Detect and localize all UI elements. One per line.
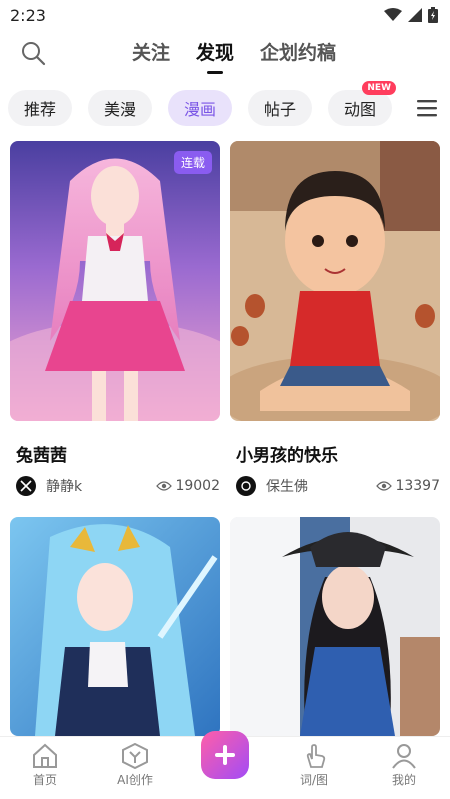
artwork-card[interactable]: 连载 兔茜茜 静静k 19002 <box>10 141 220 496</box>
artwork-card[interactable]: 小男孩的快乐 保生佛 13397 <box>230 141 440 496</box>
profile-icon <box>392 744 416 769</box>
category-chips: 推荐 美漫 漫画 帖子 动图 NEW <box>8 81 442 126</box>
card-title[interactable]: 小男孩的快乐 <box>236 441 338 466</box>
ai-create-icon <box>122 743 148 769</box>
artwork-card[interactable] <box>230 517 440 736</box>
nav-profile[interactable]: 我的 <box>374 743 434 788</box>
author-name[interactable]: 保生佛 <box>266 476 376 496</box>
bottom-nav: 首页 AI创作 词/图 我的 <box>0 731 450 799</box>
eye-icon <box>376 481 393 491</box>
card-meta: 静静k 19002 <box>16 475 220 497</box>
chip-animated-label: 动图 <box>343 100 376 119</box>
eye-icon <box>156 481 173 491</box>
view-count-value: 13397 <box>395 478 440 494</box>
avatar[interactable] <box>236 476 256 496</box>
status-icons <box>384 7 438 23</box>
view-count-value: 19002 <box>175 478 220 494</box>
artwork-card[interactable] <box>10 517 220 736</box>
touch-icon <box>306 744 326 768</box>
artwork-image[interactable]: 连载 <box>10 141 220 421</box>
status-bar: 2:23 <box>0 0 450 30</box>
author-name[interactable]: 静静k <box>46 476 156 496</box>
chip-comics[interactable]: 漫画 <box>168 90 232 126</box>
battery-icon <box>428 7 438 23</box>
view-count: 13397 <box>376 478 440 494</box>
new-badge: NEW <box>362 81 396 95</box>
chip-recommend[interactable]: 推荐 <box>8 90 72 126</box>
menu-icon[interactable] <box>416 98 438 118</box>
card-meta: 保生佛 13397 <box>236 475 440 497</box>
tab-discover[interactable]: 发现 <box>196 38 234 72</box>
wifi-icon <box>384 8 402 21</box>
artwork-image[interactable] <box>230 517 440 736</box>
chip-posts[interactable]: 帖子 <box>248 90 312 126</box>
home-icon <box>33 743 57 768</box>
chip-animated[interactable]: 动图 NEW <box>328 81 396 126</box>
tab-follow[interactable]: 关注 <box>132 38 170 72</box>
plus-icon <box>215 745 235 765</box>
header: 关注 发现 企划约稿 <box>0 30 450 76</box>
signal-icon <box>408 8 422 22</box>
nav-home-label: 首页 <box>32 773 57 787</box>
top-tabs: 关注 发现 企划约稿 <box>0 38 450 72</box>
nav-profile-label: 我的 <box>391 773 416 787</box>
tab-commission[interactable]: 企划约稿 <box>260 38 336 72</box>
card-title[interactable]: 兔茜茜 <box>16 441 67 466</box>
view-count: 19002 <box>156 478 220 494</box>
artwork-image[interactable] <box>10 517 220 736</box>
nav-home[interactable]: 首页 <box>15 743 75 788</box>
avatar[interactable] <box>16 476 36 496</box>
serial-tag: 连载 <box>173 151 212 174</box>
nav-ai-create[interactable]: AI创作 <box>105 743 165 788</box>
artwork-image[interactable] <box>230 141 440 421</box>
nav-ai-create-label: AI创作 <box>117 773 153 787</box>
status-time: 2:23 <box>10 6 46 25</box>
nav-word-image-label: 词/图 <box>299 773 329 787</box>
create-plus-button[interactable] <box>201 731 249 779</box>
chip-american-comics[interactable]: 美漫 <box>88 90 152 126</box>
nav-word-image[interactable]: 词/图 <box>284 743 344 788</box>
